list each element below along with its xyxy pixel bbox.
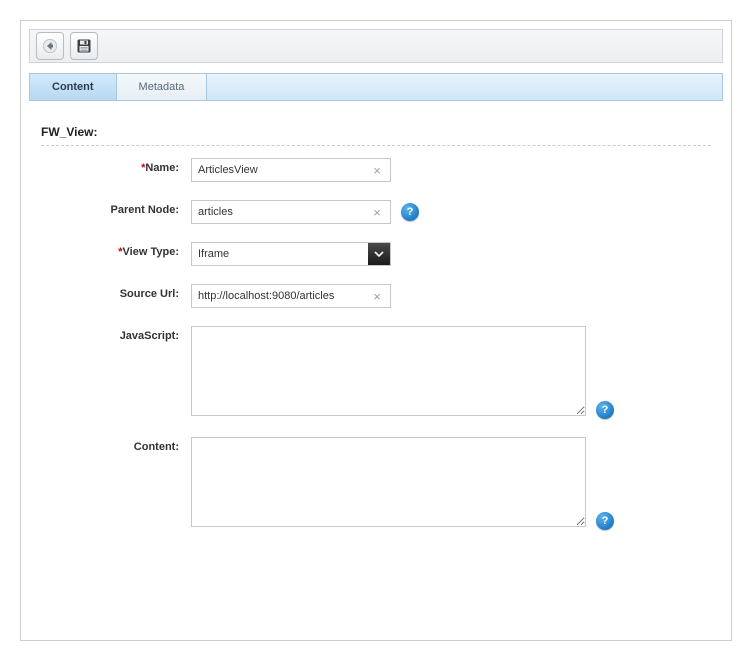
sourceurl-label: Source Url: [41,284,191,300]
save-button[interactable] [70,32,98,60]
chevron-down-icon [374,249,384,259]
view-type-dropdown-button[interactable] [368,243,390,265]
tab-metadata-label: Metadata [139,81,185,93]
floppy-disk-icon [76,38,92,54]
editor-panel: Content Metadata FW_View: *Name: × Paren… [20,20,732,641]
name-label: Name: [145,162,179,174]
section-title: FW_View: [41,125,723,139]
content-label: Content: [41,437,191,453]
name-label-cell: *Name: [41,158,191,174]
view-type-value: Iframe [192,248,368,260]
tab-content-label: Content [52,81,94,93]
toolbar [29,29,723,63]
arrow-left-icon [42,38,58,54]
parent-help-icon[interactable]: ? [401,203,419,221]
name-input-wrap: × [191,158,391,182]
row-view-type: *View Type: Iframe [41,242,711,266]
source-url-input[interactable] [192,290,368,302]
javascript-textarea-wrap: ? [191,326,586,419]
tab-bar: Content Metadata [29,73,723,101]
row-javascript: JavaScript: ? [41,326,711,419]
viewtype-label: View Type: [123,246,179,258]
name-input[interactable] [192,164,368,176]
back-button[interactable] [36,32,64,60]
javascript-textarea[interactable] [191,326,586,416]
content-help-icon[interactable]: ? [596,512,614,530]
tab-content[interactable]: Content [30,74,117,100]
sourceurl-clear-icon[interactable]: × [368,289,386,304]
row-parent-node: Parent Node: × ? [41,200,711,224]
section-divider [41,145,711,146]
viewtype-label-cell: *View Type: [41,242,191,258]
row-source-url: Source Url: × [41,284,711,308]
form: *Name: × Parent Node: × ? [29,158,723,530]
content-textarea[interactable] [191,437,586,527]
parent-label: Parent Node: [41,200,191,216]
row-content: Content: ? [41,437,711,530]
tab-metadata[interactable]: Metadata [117,74,208,100]
parent-input-wrap: × [191,200,391,224]
javascript-label: JavaScript: [41,326,191,342]
row-name: *Name: × [41,158,711,182]
content-textarea-wrap: ? [191,437,586,530]
parent-clear-icon[interactable]: × [368,205,386,220]
view-type-select[interactable]: Iframe [191,242,391,266]
sourceurl-input-wrap: × [191,284,391,308]
javascript-help-icon[interactable]: ? [596,401,614,419]
parent-node-input[interactable] [192,206,368,218]
name-clear-icon[interactable]: × [368,163,386,178]
